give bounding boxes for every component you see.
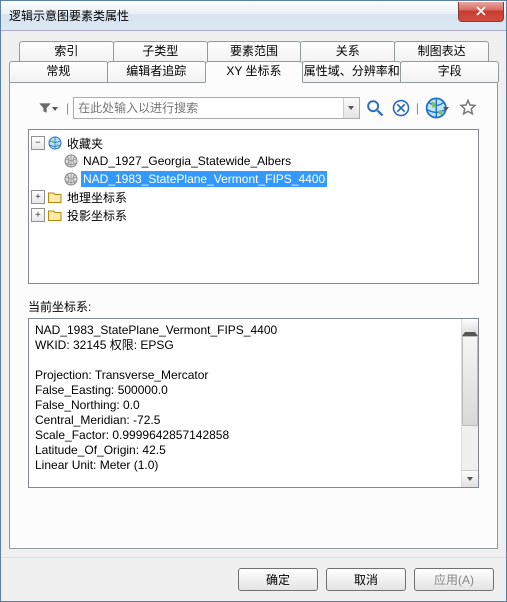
window-title: 逻辑示意图要素类属性 xyxy=(9,7,458,24)
star-icon xyxy=(458,98,478,118)
tab-relation[interactable]: 关系 xyxy=(300,41,395,62)
tree-root-favorites[interactable]: − 收藏夹 xyxy=(31,134,476,152)
tab-general[interactable]: 常规 xyxy=(9,61,108,82)
globe-icon xyxy=(63,171,79,187)
tree-item[interactable]: NAD_1983_StatePlane_Vermont_FIPS_4400 xyxy=(31,170,476,188)
current-crs-box: NAD_1983_StatePlane_Vermont_FIPS_4400 WK… xyxy=(28,318,479,488)
globe-icon xyxy=(47,135,63,151)
clear-button[interactable] xyxy=(390,97,412,119)
apply-button[interactable]: 应用(A) xyxy=(414,568,494,591)
tree-label: 地理坐标系 xyxy=(65,188,129,207)
tab-subtype[interactable]: 子类型 xyxy=(113,41,208,62)
tab-domain-resolution[interactable]: 属性域、分辨率和容差 xyxy=(302,61,401,82)
tab-container: 索引 子类型 要素范围 关系 制图表达 常规 编辑者追踪 XY 坐标系 属性域、… xyxy=(9,41,498,82)
tree-folder-geographic[interactable]: + 地理坐标系 xyxy=(31,188,476,206)
tab-extent[interactable]: 要素范围 xyxy=(207,41,302,62)
dialog-window: 逻辑示意图要素类属性 索引 子类型 要素范围 关系 制图表达 常规 编辑者追踪 … xyxy=(0,0,507,602)
tab-index[interactable]: 索引 xyxy=(19,41,114,62)
star-button[interactable] xyxy=(457,97,479,119)
tree-label: 投影坐标系 xyxy=(65,206,129,225)
expand-icon[interactable]: + xyxy=(31,208,45,222)
collapse-icon[interactable]: − xyxy=(31,136,45,150)
search-input[interactable] xyxy=(74,101,343,115)
globe-icon xyxy=(63,153,79,169)
tree-label: 收藏夹 xyxy=(65,134,105,153)
toolbar-separator-2: | xyxy=(416,101,419,115)
search-icon xyxy=(365,98,385,118)
scroll-down[interactable] xyxy=(462,470,478,487)
tab-representation[interactable]: 制图表达 xyxy=(394,41,489,62)
search-dropdown-arrow[interactable] xyxy=(343,98,359,118)
globe-icon xyxy=(424,94,452,122)
close-button[interactable] xyxy=(458,2,504,22)
search-button[interactable] xyxy=(364,97,386,119)
tab-row-front: 常规 编辑者追踪 XY 坐标系 属性域、分辨率和容差 字段 xyxy=(9,61,498,82)
toolbar-separator: | xyxy=(66,101,69,115)
ok-button[interactable]: 确定 xyxy=(238,568,318,591)
tab-panel: | | xyxy=(9,82,498,549)
tab-xy-coordinate[interactable]: XY 坐标系 xyxy=(205,61,304,83)
search-combo[interactable] xyxy=(73,97,360,119)
expand-icon[interactable]: + xyxy=(31,190,45,204)
folder-icon xyxy=(47,189,63,205)
titlebar[interactable]: 逻辑示意图要素类属性 xyxy=(1,1,506,31)
toolbar: | | xyxy=(28,97,479,119)
filter-button[interactable] xyxy=(28,97,62,119)
tab-fields[interactable]: 字段 xyxy=(400,61,499,82)
tree-item[interactable]: NAD_1927_Georgia_Statewide_Albers xyxy=(31,152,476,170)
current-crs-label: 当前坐标系: xyxy=(28,298,479,315)
scroll-thumb[interactable] xyxy=(462,336,478,426)
tree-label: NAD_1927_Georgia_Statewide_Albers xyxy=(81,153,293,169)
coordinate-tree[interactable]: − 收藏夹 NAD_1927_Georgia_Statewide_Albers … xyxy=(28,129,479,284)
scrollbar[interactable] xyxy=(461,319,478,487)
folder-icon xyxy=(47,207,63,223)
tree-folder-projected[interactable]: + 投影坐标系 xyxy=(31,206,476,224)
scroll-up[interactable] xyxy=(462,319,478,336)
funnel-icon xyxy=(38,101,52,115)
clear-icon xyxy=(391,98,411,118)
tab-editor-tracking[interactable]: 编辑者追踪 xyxy=(107,61,206,82)
footer: 确定 取消 应用(A) xyxy=(1,557,506,601)
globe-tool-button[interactable] xyxy=(423,97,453,119)
tree-label-selected: NAD_1983_StatePlane_Vermont_FIPS_4400 xyxy=(81,171,327,187)
content-area: 索引 子类型 要素范围 关系 制图表达 常规 编辑者追踪 XY 坐标系 属性域、… xyxy=(1,31,506,557)
tab-row-back: 索引 子类型 要素范围 关系 制图表达 xyxy=(19,41,488,62)
cancel-button[interactable]: 取消 xyxy=(326,568,406,591)
current-crs-text[interactable]: NAD_1983_StatePlane_Vermont_FIPS_4400 WK… xyxy=(29,319,461,487)
